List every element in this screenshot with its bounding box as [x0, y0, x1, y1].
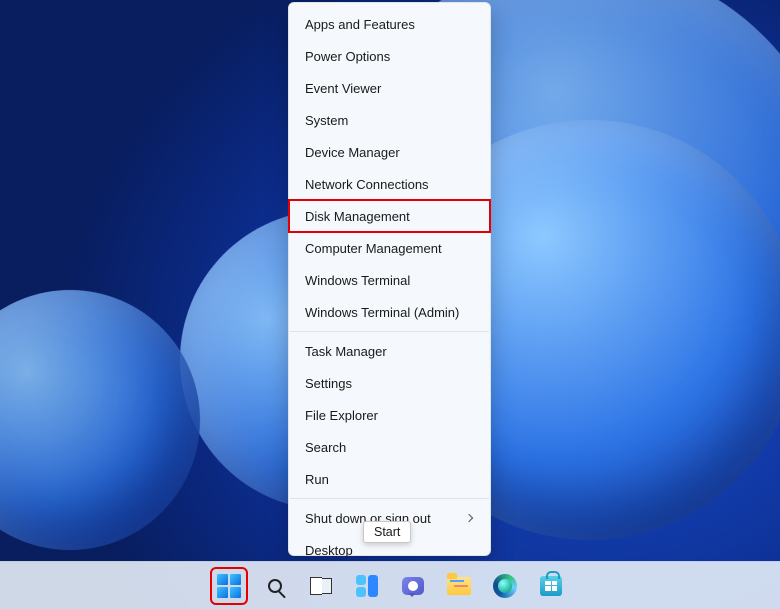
menu-item-windows-terminal-admin[interactable]: Windows Terminal (Admin): [289, 296, 490, 328]
menu-item-label: System: [305, 113, 348, 128]
menu-item-windows-terminal[interactable]: Windows Terminal: [289, 264, 490, 296]
edge-icon: [493, 574, 517, 598]
menu-item-run[interactable]: Run: [289, 463, 490, 495]
menu-separator: [290, 331, 489, 332]
menu-item-label: Search: [305, 440, 346, 455]
widgets-button[interactable]: [350, 569, 384, 603]
file-explorer-button[interactable]: [442, 569, 476, 603]
store-button[interactable]: [534, 569, 568, 603]
menu-item-event-viewer[interactable]: Event Viewer: [289, 72, 490, 104]
menu-item-disk-management[interactable]: Disk Management: [289, 200, 490, 232]
menu-item-device-manager[interactable]: Device Manager: [289, 136, 490, 168]
wallpaper-petal: [0, 279, 211, 561]
tooltip-text: Start: [374, 525, 400, 539]
chat-icon: [402, 577, 424, 595]
search-icon: [268, 579, 282, 593]
menu-item-label: Windows Terminal: [305, 273, 410, 288]
menu-item-task-manager[interactable]: Task Manager: [289, 335, 490, 367]
menu-item-label: Settings: [305, 376, 352, 391]
menu-item-label: Power Options: [305, 49, 390, 64]
store-icon: [540, 576, 562, 596]
windows-logo-icon: [217, 574, 241, 598]
menu-separator: [290, 498, 489, 499]
menu-item-label: Disk Management: [305, 209, 410, 224]
edge-button[interactable]: [488, 569, 522, 603]
menu-item-network-connections[interactable]: Network Connections: [289, 168, 490, 200]
menu-item-label: Run: [305, 472, 329, 487]
menu-item-label: Event Viewer: [305, 81, 381, 96]
menu-item-computer-management[interactable]: Computer Management: [289, 232, 490, 264]
menu-item-label: Windows Terminal (Admin): [305, 305, 459, 320]
search-button[interactable]: [258, 569, 292, 603]
chat-button[interactable]: [396, 569, 430, 603]
menu-item-label: Computer Management: [305, 241, 442, 256]
menu-item-file-explorer[interactable]: File Explorer: [289, 399, 490, 431]
chevron-right-icon: [465, 514, 473, 522]
task-view-icon: [310, 578, 332, 594]
menu-item-apps-and-features[interactable]: Apps and Features: [289, 8, 490, 40]
menu-item-settings[interactable]: Settings: [289, 367, 490, 399]
taskbar: [0, 561, 780, 609]
task-view-button[interactable]: [304, 569, 338, 603]
start-button[interactable]: [212, 569, 246, 603]
start-tooltip: Start: [363, 521, 411, 543]
menu-item-system[interactable]: System: [289, 104, 490, 136]
widgets-icon: [356, 575, 378, 597]
menu-item-label: Task Manager: [305, 344, 387, 359]
menu-item-label: Network Connections: [305, 177, 429, 192]
folder-icon: [447, 577, 471, 595]
winx-context-menu: Apps and Features Power Options Event Vi…: [288, 2, 491, 556]
menu-item-search[interactable]: Search: [289, 431, 490, 463]
menu-item-label: File Explorer: [305, 408, 378, 423]
menu-item-power-options[interactable]: Power Options: [289, 40, 490, 72]
menu-item-label: Desktop: [305, 543, 353, 558]
menu-item-label: Apps and Features: [305, 17, 415, 32]
menu-item-label: Device Manager: [305, 145, 400, 160]
